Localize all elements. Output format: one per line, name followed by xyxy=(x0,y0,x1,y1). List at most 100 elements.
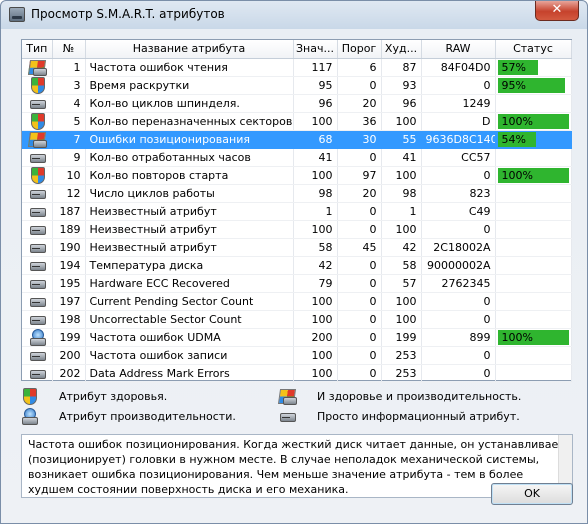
cell-status xyxy=(495,310,572,329)
status-bar: 95% xyxy=(497,77,569,93)
cell-worst: 253 xyxy=(381,346,422,365)
cell-worst: 87 xyxy=(381,58,422,77)
cell-threshold: 30 xyxy=(337,130,382,149)
cell-name: Время раскрутки xyxy=(85,76,294,95)
cell-threshold: 36 xyxy=(337,112,382,131)
disk-icon xyxy=(29,293,46,309)
cell-worst: 199 xyxy=(381,328,422,347)
column-header-id[interactable]: № xyxy=(52,40,86,59)
table-row[interactable]: 12 Число циклов работы 98 20 98 823 xyxy=(22,184,572,203)
table-row[interactable]: 9 Кол-во отработанных часов 41 0 41 CC57 xyxy=(22,148,572,167)
table-row[interactable]: 3 Время раскрутки 95 0 93 0 95% xyxy=(22,76,572,95)
table-row[interactable]: 195 Hardware ECC Recovered 79 0 57 2762345 xyxy=(22,274,572,293)
cell-name: Hardware ECC Recovered xyxy=(85,274,294,293)
column-header-threshold[interactable]: Порог xyxy=(337,40,382,59)
cell-value: 100 xyxy=(293,310,338,329)
table-row[interactable]: 7 Ошибки позиционирования 68 30 55 9636D8C140… xyxy=(22,130,572,149)
table-row[interactable]: 4 Кол-во циклов шпинделя. 96 20 96 1249 xyxy=(22,94,572,113)
ok-button[interactable]: OK xyxy=(491,483,573,505)
table-row[interactable]: 197 Current Pending Sector Count 100 0 100 0 xyxy=(22,292,572,311)
cell-id: 202 xyxy=(52,364,86,383)
cell-threshold: 0 xyxy=(337,346,382,365)
table-row[interactable]: 190 Неизвестный атрибут 58 45 42 2C18002A xyxy=(22,238,572,257)
cell-worst: 98 xyxy=(381,184,422,203)
cell-status xyxy=(495,292,572,311)
cell-worst: 1 xyxy=(381,202,422,221)
cell-raw: 0 xyxy=(421,76,496,95)
table-row[interactable]: 198 Uncorrectable Sector Count 100 0 100 0 xyxy=(22,310,572,329)
cell-worst: 100 xyxy=(381,310,422,329)
disk-icon xyxy=(29,257,46,273)
status-bar xyxy=(498,366,569,381)
cell-value: 117 xyxy=(293,58,338,77)
cell-status: 100% xyxy=(495,166,572,185)
cell-raw: 0 xyxy=(421,364,496,383)
cell-id: 5 xyxy=(52,112,86,131)
close-button[interactable]: ✕ xyxy=(535,1,579,21)
disk-icon xyxy=(29,365,46,381)
table-row[interactable]: 1 Частота ошибок чтения 117 6 87 84F04D0 57% xyxy=(22,58,572,77)
cell-name: Data Address Mark Errors xyxy=(85,364,294,383)
cell-threshold: 97 xyxy=(337,166,382,185)
table-row[interactable]: 5 Кол-во переназначенных секторов 100 36 100… xyxy=(22,112,572,131)
status-bar xyxy=(498,348,569,363)
cell-id: 3 xyxy=(52,76,86,95)
cell-name: Кол-во переназначенных секторов xyxy=(85,112,294,131)
column-header-name[interactable]: Название атрибута xyxy=(85,40,294,59)
cell-type xyxy=(22,256,53,275)
column-header-worst[interactable]: Худ... xyxy=(381,40,422,59)
status-bar xyxy=(498,96,569,111)
cell-type xyxy=(22,130,53,149)
health-perf-icon xyxy=(29,59,47,75)
cell-type xyxy=(22,364,53,383)
cell-worst: 55 xyxy=(381,130,422,149)
cell-worst: 100 xyxy=(381,220,422,239)
cell-name: Неизвестный атрибут xyxy=(85,202,294,221)
table-row[interactable]: 187 Неизвестный атрибут 1 0 1 C49 xyxy=(22,202,572,221)
cell-worst: 100 xyxy=(381,292,422,311)
cell-value: 95 xyxy=(293,76,338,95)
cell-raw: 899 xyxy=(421,328,496,347)
cell-name: Температура диска xyxy=(85,256,294,275)
cell-id: 4 xyxy=(52,94,86,113)
table-row[interactable]: 202 Data Address Mark Errors 100 0 253 0 xyxy=(22,364,572,383)
cell-id: 190 xyxy=(52,238,86,257)
cell-value: 98 xyxy=(293,184,338,203)
cell-status xyxy=(495,274,572,293)
cell-status xyxy=(495,238,572,257)
cell-threshold: 45 xyxy=(337,238,382,257)
cell-value: 100 xyxy=(293,220,338,239)
status-bar xyxy=(498,276,569,291)
disk-icon xyxy=(29,347,46,363)
table-header-row: Тип № Название атрибута Знач... Порог Ху… xyxy=(22,40,572,59)
cell-threshold: 0 xyxy=(337,310,382,329)
cell-value: 100 xyxy=(293,364,338,383)
cell-type xyxy=(22,274,53,293)
cell-value: 79 xyxy=(293,274,338,293)
cell-raw: D xyxy=(421,112,496,131)
column-header-raw[interactable]: RAW xyxy=(421,40,496,59)
cell-worst: 42 xyxy=(381,238,422,257)
smart-window: Просмотр S.M.A.R.T. атрибутов ✕ Тип № На… xyxy=(0,0,588,524)
cell-type xyxy=(22,58,53,77)
cell-value: 41 xyxy=(293,148,338,167)
cell-value: 58 xyxy=(293,238,338,257)
table-row[interactable]: 199 Частота ошибок UDMA 200 0 199 899 100% xyxy=(22,328,572,347)
cell-status: 100% xyxy=(495,112,572,131)
cell-status xyxy=(495,184,572,203)
column-header-type[interactable]: Тип xyxy=(22,40,53,59)
cell-threshold: 0 xyxy=(337,364,382,383)
table-row[interactable]: 189 Неизвестный атрибут 100 0 100 0 xyxy=(22,220,572,239)
cell-raw: 0 xyxy=(421,346,496,365)
column-header-value[interactable]: Знач... xyxy=(293,40,338,59)
table-row[interactable]: 200 Частота ошибок записи 100 0 253 0 xyxy=(22,346,572,365)
cell-raw: 90000002A xyxy=(421,256,496,275)
performance-icon xyxy=(21,408,38,425)
cell-threshold: 0 xyxy=(337,292,382,311)
health-icon xyxy=(29,77,45,93)
health-icon xyxy=(29,113,45,129)
cell-type xyxy=(22,346,53,365)
column-header-status[interactable]: Статус xyxy=(495,40,572,59)
table-row[interactable]: 10 Кол-во повторов старта 100 97 100 0 100% xyxy=(22,166,572,185)
table-row[interactable]: 194 Температура диска 42 0 58 90000002A xyxy=(22,256,572,275)
